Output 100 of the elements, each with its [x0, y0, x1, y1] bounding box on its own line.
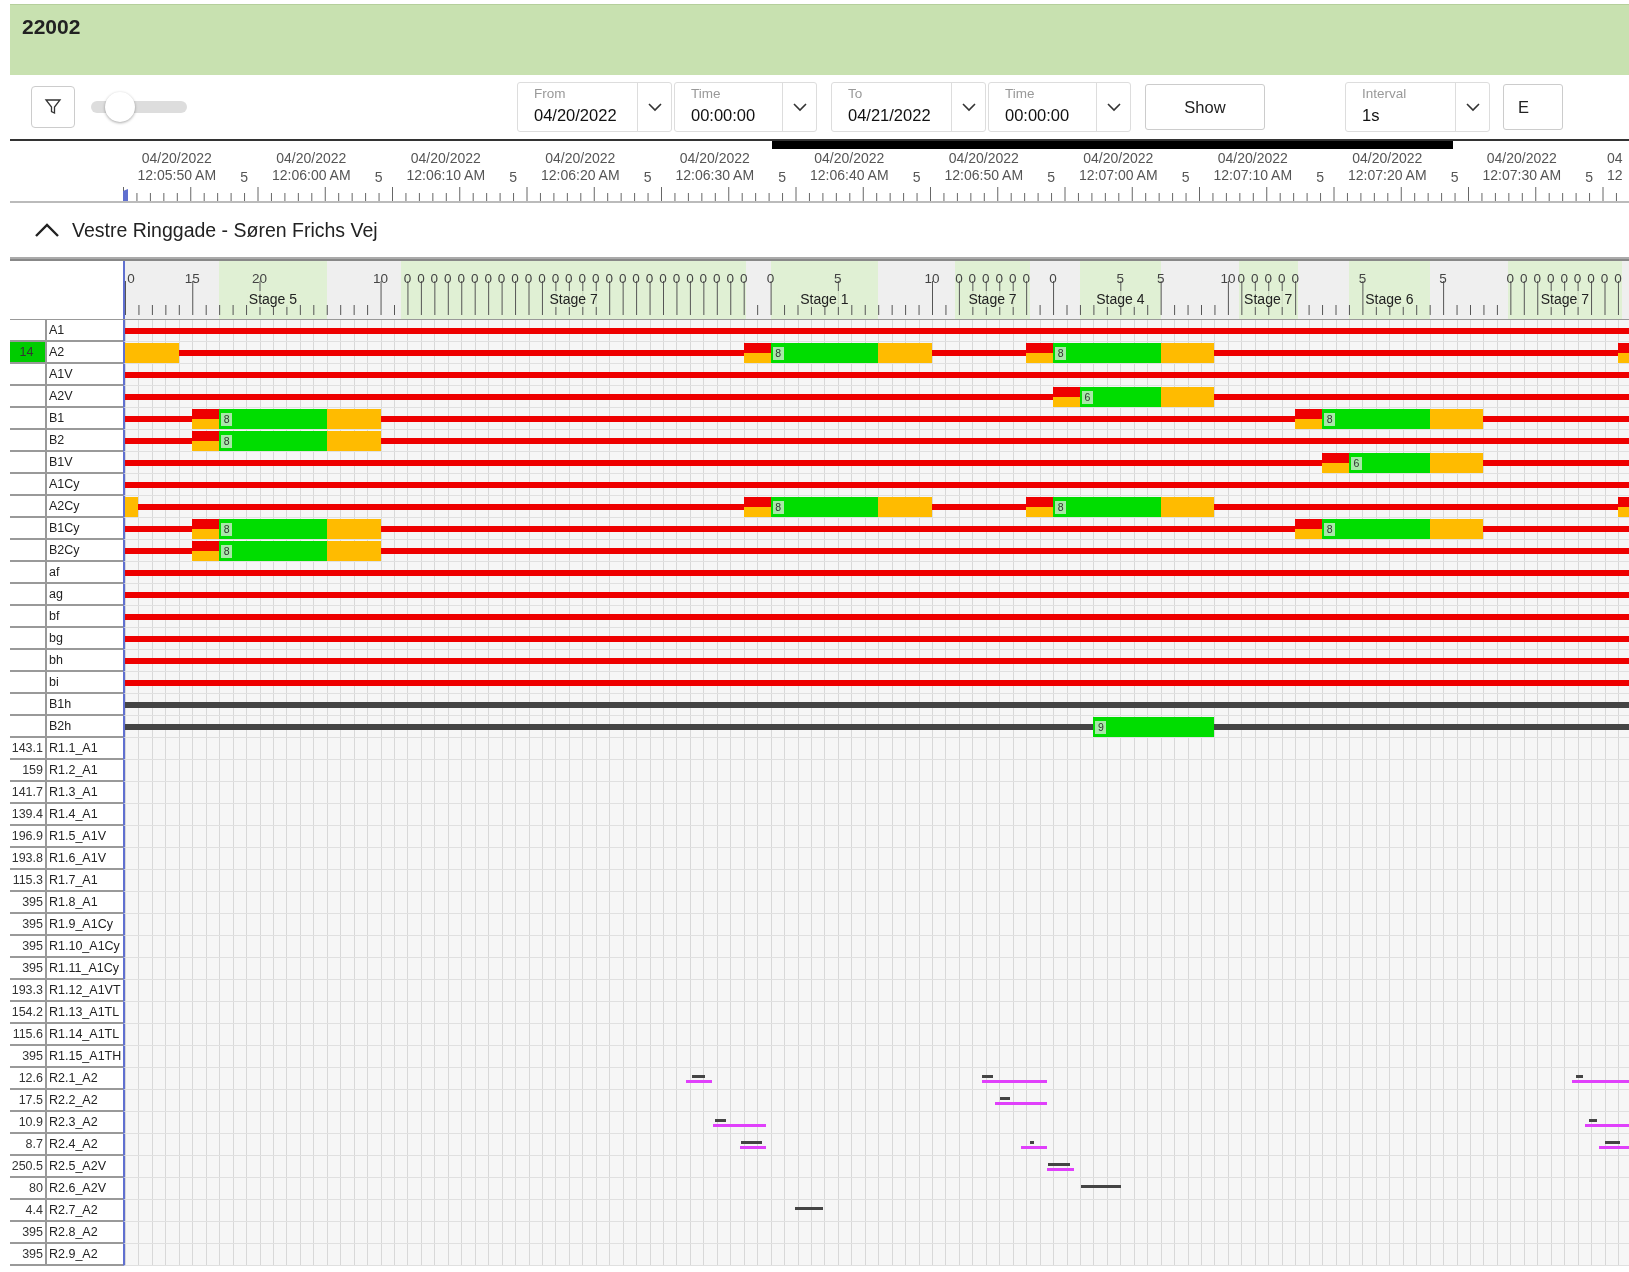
- occupancy-mark: [1598, 1146, 1629, 1149]
- scale-number: 0: [1614, 271, 1622, 286]
- tick-label: 5: [509, 169, 517, 185]
- scale-number: 0: [605, 271, 613, 286]
- signal-name: A1V: [45, 364, 123, 386]
- tick-label: 5: [240, 169, 248, 185]
- time-label: 04/20/2022 12:06:50 AM: [943, 150, 1025, 184]
- detector-name: R2.2_A2: [45, 1090, 123, 1112]
- occupancy-mark: [995, 1102, 1048, 1105]
- detector-name: R2.5_A2V: [45, 1156, 123, 1178]
- scale-number: 0: [955, 271, 963, 286]
- scale-number: 0: [1251, 271, 1259, 286]
- caret-icon: [1465, 102, 1480, 112]
- scale-number: 0: [739, 271, 748, 286]
- scale-number: 0: [1022, 271, 1030, 286]
- detector-name: R2.3_A2: [45, 1112, 123, 1134]
- stage-label: Stage 4: [1095, 291, 1146, 307]
- signal-name: bi: [45, 672, 123, 694]
- scale-number: 0: [417, 271, 425, 286]
- dropdown-field[interactable]: Time 00:00:00: [674, 82, 817, 132]
- scale-number: 10: [373, 271, 389, 286]
- tick-label: 5: [912, 169, 921, 185]
- phase-number: 8: [221, 413, 233, 426]
- signal-name: B2h: [45, 716, 123, 738]
- detector-name: R1.10_A1Cy: [45, 936, 123, 958]
- collapse-button[interactable]: [34, 222, 60, 238]
- scale-number: 0: [524, 271, 533, 286]
- toolbar-button[interactable]: E: [1503, 84, 1563, 130]
- detector-name: R2.9_A2: [45, 1244, 123, 1266]
- tick-label: 5: [1316, 169, 1324, 185]
- detector-name: R2.8_A2: [45, 1222, 123, 1244]
- scale-number: 0: [1587, 271, 1595, 286]
- caret-icon: [961, 102, 976, 112]
- clearance-block: [878, 343, 932, 363]
- scale-number: 0: [1237, 271, 1246, 286]
- dropdown-field[interactable]: To 04/21/2022: [831, 82, 986, 132]
- time-label: 04/20/2022 12:06:20 AM: [540, 150, 621, 184]
- signal-name: af: [45, 562, 123, 584]
- scale-number: 0: [699, 271, 708, 286]
- occupancy-mark: [1585, 1124, 1629, 1127]
- signal-name: B1h: [45, 694, 123, 716]
- detection-mark: [981, 1075, 994, 1078]
- detector-name: R1.8_A1: [45, 892, 123, 914]
- stage-label: Stage 1: [799, 291, 850, 307]
- prepare-block: [192, 431, 220, 451]
- occupancy-mark: [739, 1146, 766, 1149]
- phase-number: 8: [1055, 501, 1067, 514]
- prepare-block: [743, 497, 771, 517]
- occupancy-mark: [685, 1080, 712, 1083]
- scale-number: 0: [659, 271, 667, 286]
- detection-mark: [740, 1141, 762, 1144]
- signal-name: A2Cy: [45, 496, 123, 518]
- tick-label: 5: [643, 169, 652, 185]
- caret-icon: [1106, 102, 1121, 112]
- prepare-block: [1295, 409, 1323, 429]
- prepare-block: [192, 519, 220, 539]
- prepare-block: [1322, 453, 1349, 473]
- page-title: 22002: [22, 15, 81, 38]
- dropdown-field[interactable]: Interval 1s: [1345, 82, 1490, 132]
- show-button[interactable]: Show: [1145, 84, 1265, 130]
- time-label: 04/20/2022 12:07:10 AM: [1212, 150, 1294, 184]
- scale-number: 0: [1533, 271, 1541, 286]
- tick-label: 5: [374, 169, 383, 185]
- slider-thumb[interactable]: [104, 92, 135, 122]
- detector-name: R1.14_A1TL: [45, 1024, 123, 1046]
- scale-number: 0: [726, 271, 734, 286]
- scale-number: 0: [982, 271, 990, 286]
- detector-name: R2.1_A2: [45, 1068, 123, 1090]
- scale-number: 0: [1008, 271, 1017, 286]
- occupancy-mark: [1021, 1146, 1048, 1149]
- scale-number: 0: [430, 271, 439, 286]
- scale-number: 5: [834, 271, 842, 286]
- clearance-block: [1160, 387, 1215, 407]
- tick-label: 5: [1181, 169, 1190, 185]
- scale-number: 0: [1573, 271, 1582, 286]
- stage-label: Stage 7: [967, 291, 1018, 307]
- clearance-block: [326, 409, 381, 429]
- scale-number: 0: [592, 271, 600, 286]
- dropdown-field[interactable]: Time 00:00:00: [988, 82, 1131, 132]
- scale-number: 10: [1220, 271, 1236, 286]
- stage-label: Stage 7: [548, 291, 599, 307]
- stage-label: Stage 7: [1243, 291, 1294, 307]
- signal-name: bg: [45, 628, 123, 650]
- time-label: 04/20/2022 12:05:50 AM: [136, 150, 218, 184]
- detector-name: R1.13_A1TL: [45, 1002, 123, 1024]
- scale-number: 0: [551, 271, 560, 286]
- phase-number: 9: [1095, 721, 1107, 734]
- phase-number: 6: [1081, 391, 1093, 404]
- dropdown-field[interactable]: From 04/20/2022: [517, 82, 672, 132]
- detector-name: R1.5_A1V: [45, 826, 123, 848]
- scroll-thumb[interactable]: [772, 141, 1453, 149]
- filter-button[interactable]: [31, 86, 75, 128]
- tick-label: 5: [1450, 169, 1459, 185]
- scale-number: 10: [924, 271, 940, 286]
- tick-label: 5: [1047, 169, 1055, 185]
- zoom-slider[interactable]: [91, 91, 187, 123]
- scale-number: 0: [457, 271, 465, 286]
- time-label: 04/20/2022 12:07:20 AM: [1347, 150, 1428, 184]
- signal-name: B1Cy: [45, 518, 123, 540]
- detector-name: R1.4_A1: [45, 804, 123, 826]
